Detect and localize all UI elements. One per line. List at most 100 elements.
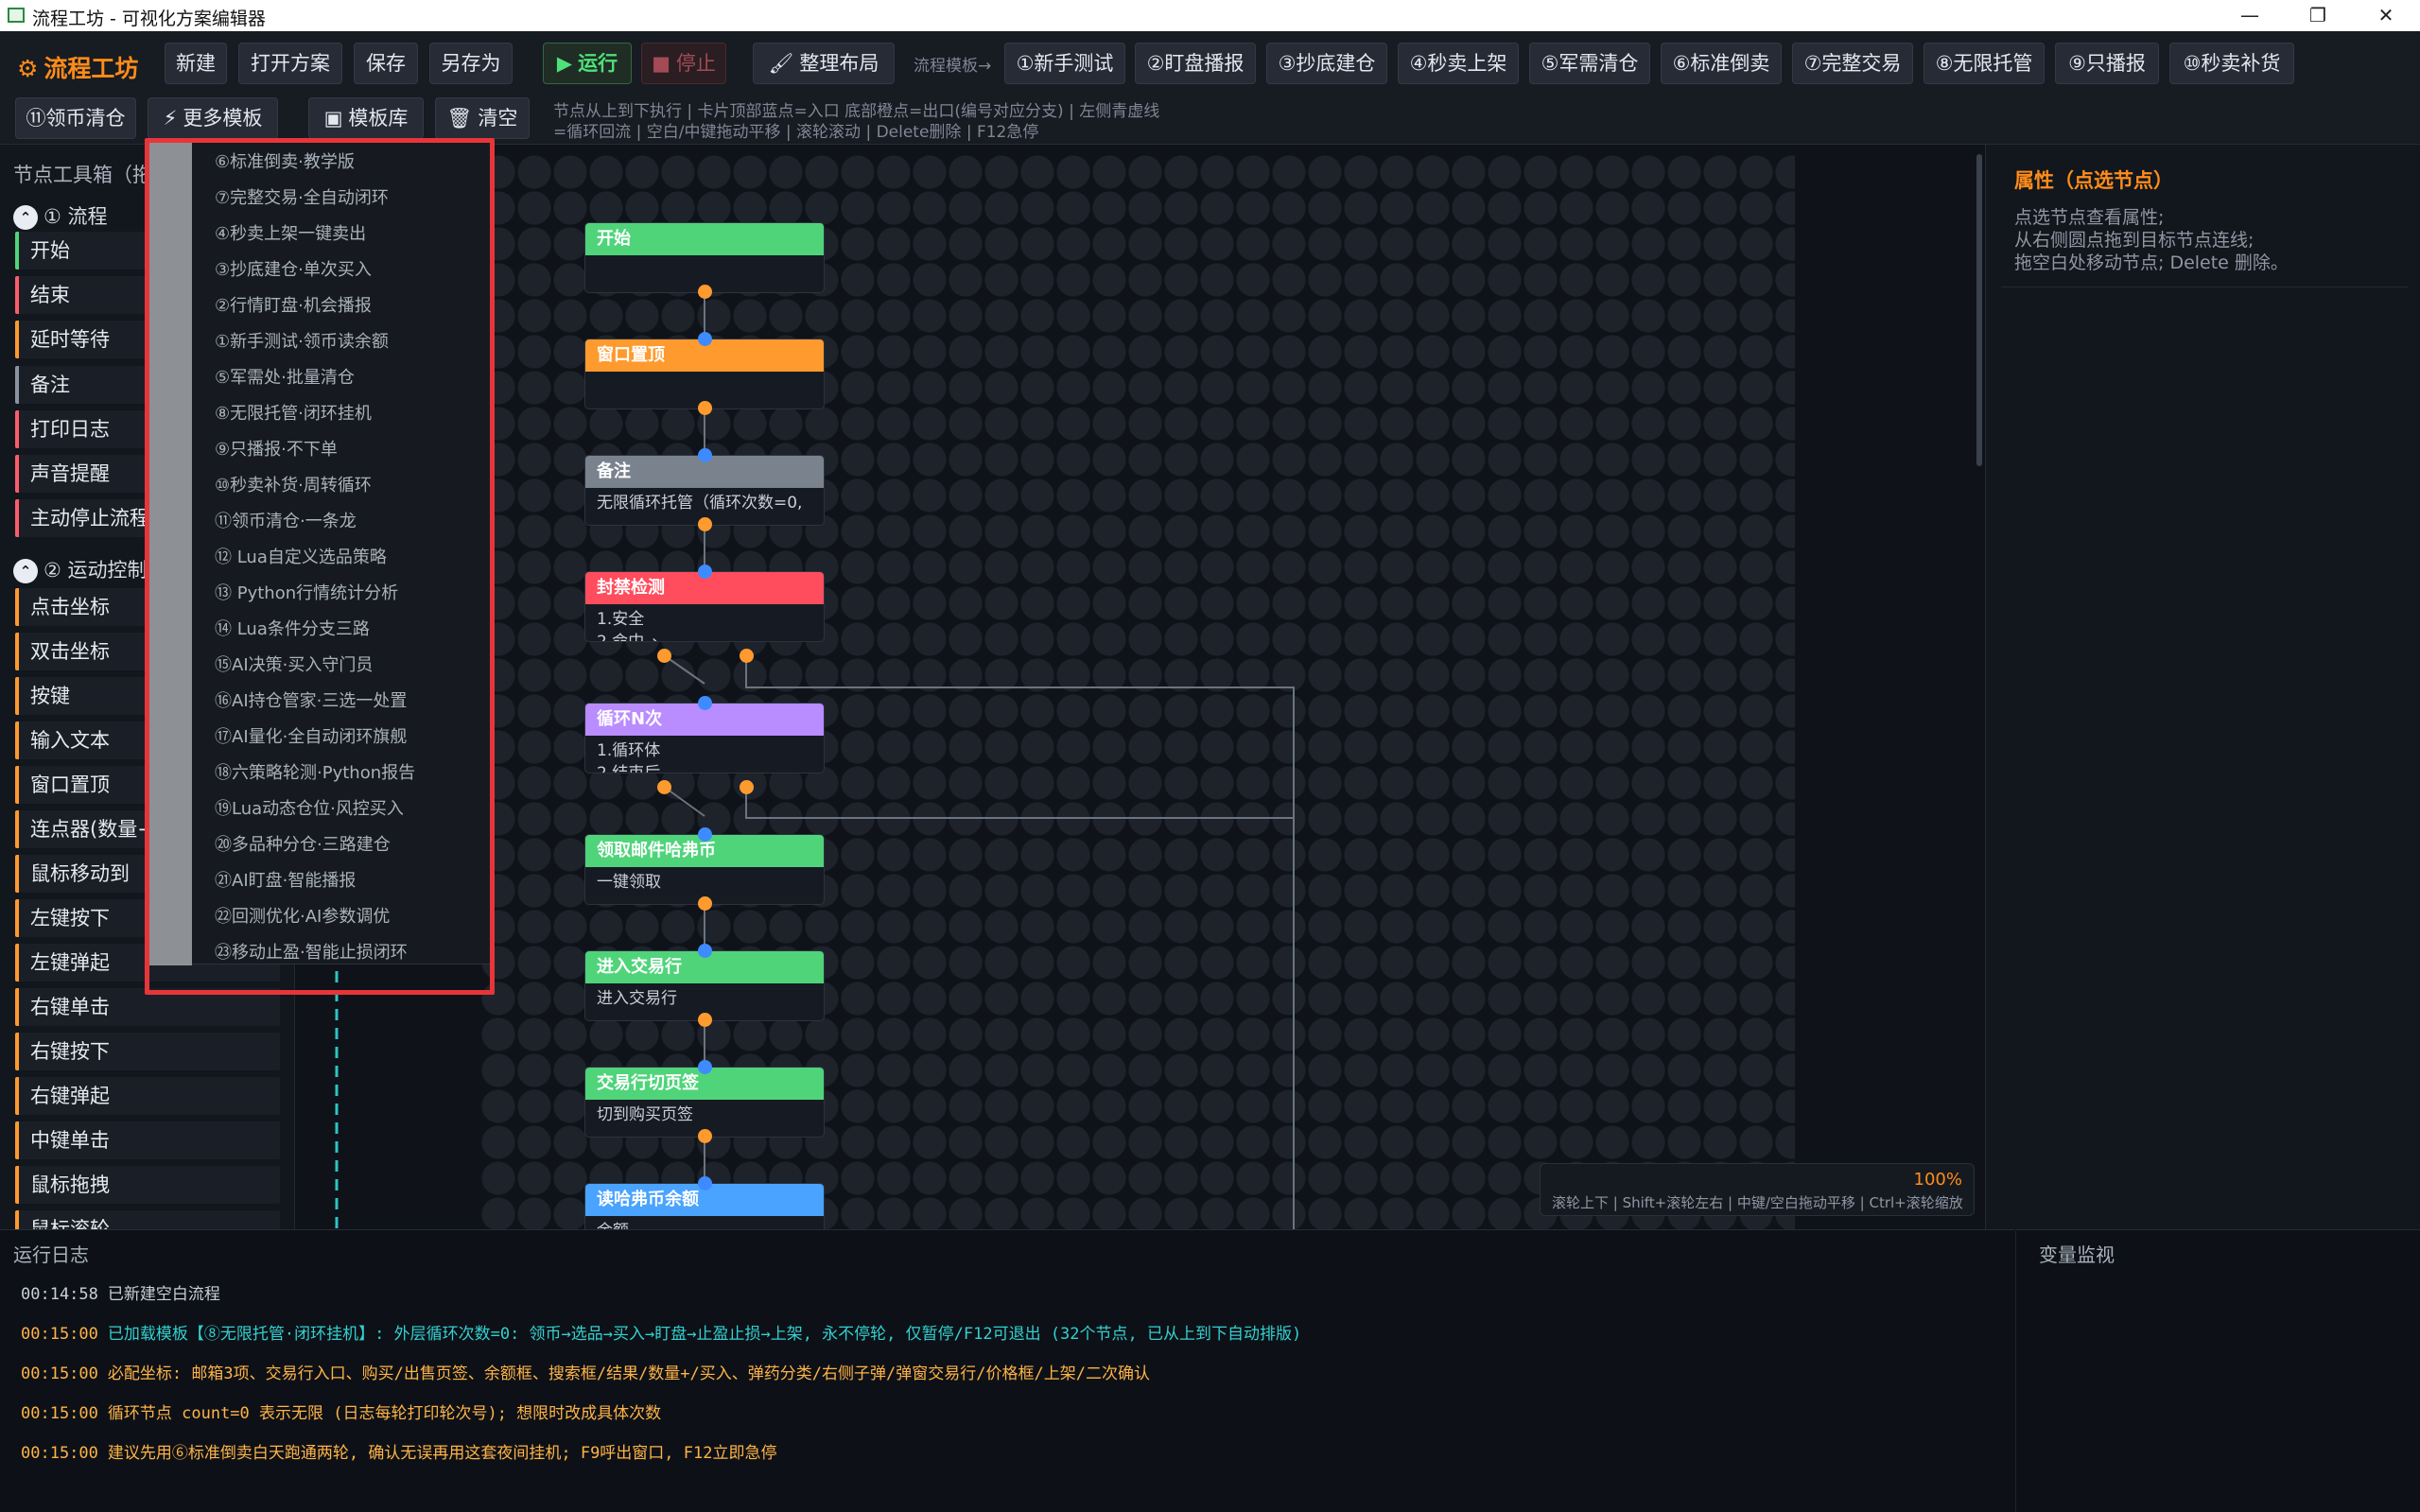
node-claim-mail[interactable]: 领取邮件哈弗币 一键领取 <box>584 834 825 905</box>
save-as-button[interactable]: 另存为 <box>429 43 513 84</box>
template-button-4[interactable]: ④秒卖上架 <box>1398 43 1519 84</box>
node-note[interactable]: 备注 无限循环托管（循环次数=0, <box>584 455 825 526</box>
group-flow-header[interactable]: ⌃ ① 流程 <box>13 201 108 230</box>
image-icon: ▣ <box>323 107 343 130</box>
port-in[interactable] <box>698 696 712 710</box>
node-ban-check-body: 1.安全 2.命中→ <box>585 604 824 642</box>
properties-panel: 属性（点选节点） 点选节点查看属性; 从右侧圆点拖到目标节点连线; 拖空白处移动… <box>1985 145 2420 1229</box>
clear-label: 清空 <box>478 107 518 130</box>
port-out-2[interactable] <box>740 649 754 663</box>
port-out[interactable] <box>698 1129 712 1143</box>
maximize-button[interactable]: ❐ <box>2289 0 2346 31</box>
run-log-title: 运行日志 <box>13 1243 89 1266</box>
tool-middle-click[interactable]: 中键单击 <box>15 1121 280 1159</box>
template-button-3[interactable]: ③抄底建仓 <box>1266 43 1387 84</box>
brand-name: 流程工坊 <box>44 55 139 82</box>
template-button-2[interactable]: ②盯盘播报 <box>1135 43 1256 84</box>
node-start[interactable]: 开始 <box>584 222 825 293</box>
port-out-2[interactable] <box>740 780 754 794</box>
node-switch-tab[interactable]: 交易行切页签 切到购买页签 <box>584 1067 825 1138</box>
chevron-up-icon: ⌃ <box>13 205 38 230</box>
group-flow-label: ① 流程 <box>44 205 108 228</box>
template-button-1[interactable]: ①新手测试 <box>1004 43 1125 84</box>
stop-label: 停止 <box>675 52 716 75</box>
template-library-label: 模板库 <box>348 107 409 130</box>
flow-canvas[interactable]: 开始 窗口置顶 备注 无限循环托管（循环次数=0, 封禁检测 1.安全 2.命中→… <box>296 145 1984 1229</box>
log-text: 必配坐标: 邮箱3项、交易行入口、购买/出售页签、余额框、搜索框/结果/数量+/… <box>107 1364 1150 1383</box>
close-button[interactable]: ✕ <box>2358 0 2414 31</box>
play-icon: ▶ <box>556 52 573 75</box>
gear-icon: ⚙ <box>17 55 39 82</box>
port-out[interactable] <box>698 896 712 911</box>
node-ban-check[interactable]: 封禁检测 1.安全 2.命中→ <box>584 571 825 642</box>
node-enter-market[interactable]: 进入交易行 进入交易行 <box>584 950 825 1021</box>
port-out[interactable] <box>698 1013 712 1027</box>
variable-watch-title: 变量监视 <box>2039 1243 2115 1266</box>
template-button-9[interactable]: ⑨只播报 <box>2055 43 2159 84</box>
wire-branch-1 <box>745 655 1295 1229</box>
template-button-6[interactable]: ⑥标准倒卖 <box>1661 43 1782 84</box>
minimize-button[interactable]: — <box>2221 0 2278 31</box>
template-button-8[interactable]: ⑧无限托管 <box>1924 43 2045 84</box>
template-button-10[interactable]: ⑩秒卖补货 <box>2169 43 2294 84</box>
log-time: 00:14:58 <box>21 1285 98 1304</box>
template-label: 流程模板→ <box>914 57 992 76</box>
log-entry: 00:15:00 建议先用⑥标准倒卖白天跑通两轮, 确认无误再用这套夜间挂机; F… <box>21 1439 776 1463</box>
zoom-indicator: 100% 滚轮上下 | Shift+滚轮左右 | 中键/空白拖动平移 | Ctr… <box>1540 1163 1975 1216</box>
port-in[interactable] <box>698 1176 712 1190</box>
save-button[interactable]: 保存 <box>354 43 418 84</box>
title-bar: 流程工坊 - 可视化方案编辑器 — ❐ ✕ <box>0 0 2420 31</box>
log-time: 00:15:00 <box>21 1364 98 1383</box>
template-library-button[interactable]: ▣ 模板库 <box>308 97 424 139</box>
port-in[interactable] <box>698 944 712 958</box>
new-button[interactable]: 新建 <box>165 43 227 84</box>
tool-mouse-wheel[interactable]: 鼠标滚轮 <box>15 1210 280 1229</box>
layout-label: 整理布局 <box>799 52 879 75</box>
chevron-up-icon: ⌃ <box>13 559 38 583</box>
log-time: 00:15:00 <box>21 1325 98 1344</box>
tool-right-down[interactable]: 右键按下 <box>15 1033 280 1070</box>
log-entry: 00:15:00 必配坐标: 邮箱3项、交易行入口、购买/出售页签、余额框、搜索框… <box>21 1360 1150 1383</box>
port-in[interactable] <box>698 565 712 579</box>
secondary-toolbar: ⑪领币清仓 ⚡ 更多模板 ▣ 模板库 🗑 清空 节点从上到下执行 | 卡片顶部蓝点=入… <box>0 90 2420 145</box>
branch-loop-body: 1.循环体 <box>597 741 661 760</box>
template-button-5[interactable]: ⑤军需清仓 <box>1529 43 1650 84</box>
layout-button[interactable]: 🖌 整理布局 <box>753 43 895 84</box>
port-out[interactable] <box>698 285 712 299</box>
hint-line-2: =循环回流 | 空白/中键拖动平移 | 滚轮滚动 | Delete删除 | F1… <box>553 123 1039 142</box>
stop-icon: ■ <box>652 52 670 75</box>
variable-watch-panel: 变量监视 <box>2015 1229 2420 1512</box>
node-loop-n[interactable]: 循环N次 1.循环体 2.结束后 <box>584 703 825 773</box>
port-in[interactable] <box>698 1060 712 1074</box>
port-out-1[interactable] <box>657 649 671 663</box>
node-loop-n-body: 1.循环体 2.结束后 <box>585 736 824 773</box>
port-in[interactable] <box>698 448 712 462</box>
clear-button[interactable]: 🗑 清空 <box>435 97 530 139</box>
node-note-body: 无限循环托管（循环次数=0, <box>597 494 803 513</box>
log-text: 已加载模板【⑧无限托管·闭环挂机】: 外层循环次数=0: 领币→选品→买入→盯盘… <box>107 1325 1302 1344</box>
stop-button[interactable]: ■ 停止 <box>641 43 726 84</box>
port-in[interactable] <box>698 332 712 346</box>
branch-hit: 2.命中→ <box>597 633 658 642</box>
port-out-1[interactable] <box>657 780 671 794</box>
more-templates-button[interactable]: ⚡ 更多模板 <box>148 97 278 139</box>
run-button[interactable]: ▶ 运行 <box>543 43 632 84</box>
brand-logo: ⚙ 流程工坊 <box>17 50 138 84</box>
tool-mouse-drag[interactable]: 鼠标拖拽 <box>15 1166 280 1204</box>
template-button-7[interactable]: ⑦完整交易 <box>1792 43 1913 84</box>
run-log-panel: 运行日志 00:14:58 已新建空白流程 00:15:00 已加载模板【⑧无限托管… <box>0 1229 2014 1512</box>
port-out[interactable] <box>698 517 712 531</box>
port-in[interactable] <box>698 827 712 842</box>
log-entry: 00:14:58 已新建空白流程 <box>21 1280 220 1304</box>
properties-hint-1: 点选节点查看属性; <box>2014 207 2165 228</box>
clear-coins-button[interactable]: ⑪领币清仓 <box>15 97 136 139</box>
node-window-top[interactable]: 窗口置顶 <box>584 339 825 409</box>
node-claim-mail-body: 一键领取 <box>597 873 661 892</box>
tool-right-up[interactable]: 右键弹起 <box>15 1077 280 1115</box>
log-text: 建议先用⑥标准倒卖白天跑通两轮, 确认无误再用这套夜间挂机; F9呼出窗口, F… <box>107 1444 777 1463</box>
port-out[interactable] <box>698 401 712 415</box>
open-button[interactable]: 打开方案 <box>238 43 342 84</box>
main-toolbar: ⚙ 流程工坊 新建 打开方案 保存 另存为 ▶ 运行 ■ 停止 🖌 整理布局 流程模板→… <box>0 31 2420 90</box>
run-label: 运行 <box>578 52 618 75</box>
connection-lines <box>335 291 1295 1229</box>
